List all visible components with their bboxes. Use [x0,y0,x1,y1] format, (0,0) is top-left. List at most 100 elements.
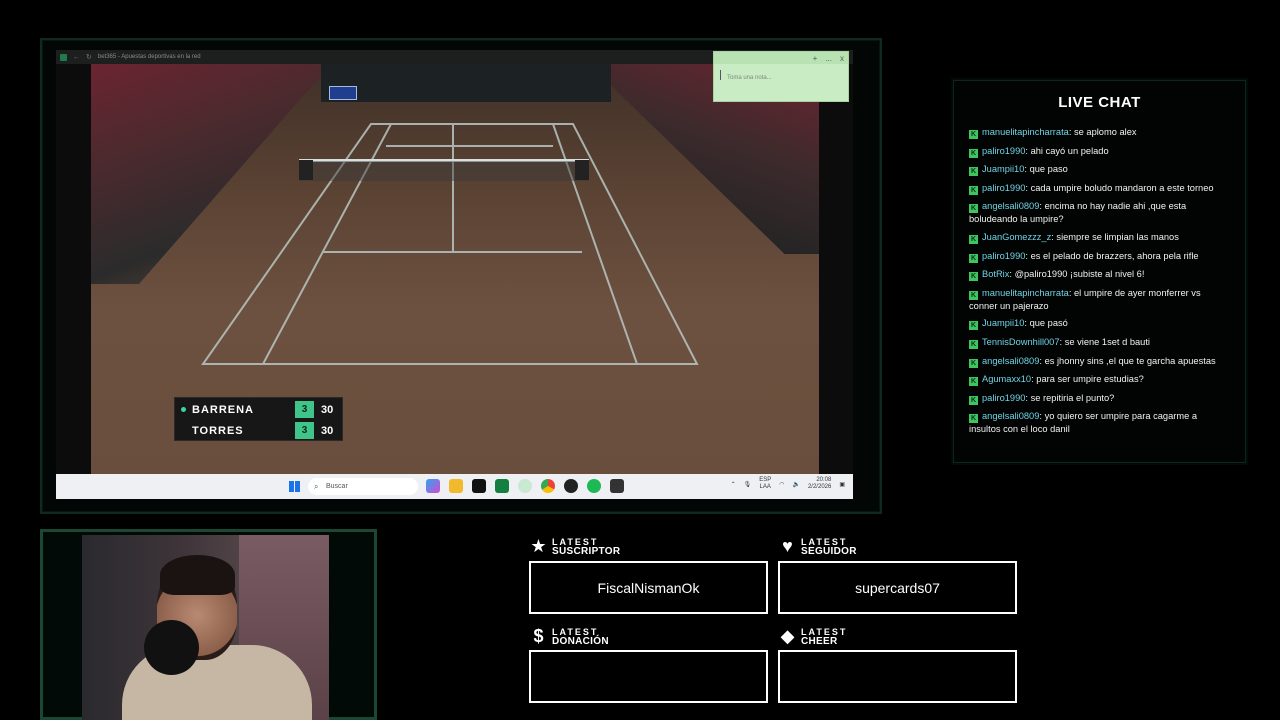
language-indicator[interactable]: ESP LAA [759,477,771,491]
taskbar-search-input[interactable]: ⌕ Buscar [308,478,418,495]
player-points: 30 [321,403,334,416]
chat-text: cada umpire boludo mandaron a este torne… [1030,182,1214,193]
chat-text: se aplomo alex [1074,127,1137,137]
volume-icon[interactable]: 🔈 [792,481,799,488]
chat-username[interactable]: Juampii10 [982,318,1024,328]
sticky-menu-icon[interactable]: ... [825,54,832,63]
chat-username[interactable]: angelsali0809 [982,201,1039,211]
chat-message: Kpaliro1990: es el pelado de brazzers, a… [969,250,1231,263]
chat-username[interactable]: paliro1990 [982,146,1025,156]
chat-message: Kpaliro1990: cada umpire boludo mandaron… [969,182,1231,195]
sticky-note-toolbar: + ... x [714,52,848,64]
chat-message: Kangelsali0809: encima no hay nadie ahi … [969,200,1231,225]
chat-username[interactable]: paliro1990 [982,393,1025,403]
right-letterbox [819,64,853,474]
kick-badge-icon: K [969,167,978,177]
chat-text: @paliro1990 ¡subiste al nivel 6! [1014,269,1145,280]
chat-text: para ser umpire estudias? [1036,374,1144,385]
folder-icon[interactable] [449,479,463,493]
scoreboard-row-player2: TORRES 3 30 [175,420,342,441]
widget-label-bottom: SUSCRIPTOR [552,546,621,557]
chat-username[interactable]: paliro1990 [982,183,1025,193]
chat-text: ahi cayó un pelado [1030,145,1109,156]
star-icon: ★ [530,536,547,556]
kick-badge-icon: K [969,234,978,244]
wifi-icon[interactable]: ◠ [779,481,784,488]
lang-top: ESP [759,477,772,483]
player-name: BARRENA [192,403,254,416]
latest-suscriptor-box: FiscalNismanOk [529,561,768,614]
chat-message: K Agumaxx10: para ser umpire estudias? [969,373,1231,387]
lang-bottom: LAA [759,484,771,490]
scoreboard-row-player1: BARRENA 3 30 [175,399,342,420]
player-sets: 3 [295,422,314,439]
reload-icon[interactable]: ↻ [86,53,92,61]
sticky-add-icon[interactable]: + [813,54,818,63]
kick-badge-icon: K [969,358,978,368]
latest-seguidor-value: supercards07 [855,579,940,596]
clock-time: 20:08 [816,477,832,483]
chat-username[interactable]: Agumaxx10 [982,374,1031,384]
chat-username[interactable]: BotRix [982,269,1009,279]
chat-username[interactable]: angelsali0809 [982,411,1039,421]
taskbar-apps [426,479,624,493]
latest-cheer-label: ◆ LATEST CHEER [778,626,847,647]
microphone-icon[interactable]: 🎙 [744,481,752,488]
windows-taskbar: ⌕ Buscar ⌃ 🎙 ESP LAA ◠ 🔈 20:08 2/2/2026 … [56,474,853,499]
chat-username[interactable]: TennisDownhill007 [982,337,1060,347]
clock[interactable]: 20:08 2/2/2026 [808,477,831,491]
kick-badge-icon: K [969,321,978,331]
widget-label-bottom: SEGUIDOR [801,546,857,557]
webcam-feed [82,535,329,720]
latest-seguidor-label: ♥ LATEST SEGUIDOR [778,537,857,557]
chat-username[interactable]: manuelitapincharrata [982,288,1069,298]
kick-badge-icon: K [969,290,978,300]
chrome-icon[interactable] [541,479,555,493]
tiktok-icon[interactable] [472,479,486,493]
chat-message: K TennisDownhill007: se viene 1set d baut… [969,336,1231,349]
latest-cheer-box [778,650,1017,703]
chat-username[interactable]: manuelitapincharrata [982,127,1069,137]
dollar-icon: $ [533,626,544,646]
chat-username[interactable]: Juampii10 [982,164,1024,174]
latest-suscriptor-label: ★ LATEST SUSCRIPTOR [529,536,621,557]
player-points: 30 [321,424,334,437]
left-letterbox [56,64,91,474]
chat-text: siempre se limpian las manos [1056,231,1179,242]
chat-text: que paso [1029,164,1068,175]
copilot-icon[interactable] [426,479,440,493]
chat-text: se viene 1set d bauti [1064,336,1150,347]
sticky-close-icon[interactable]: x [840,54,844,63]
tennis-court-video: BARRENA 3 30 TORRES 3 30 [91,64,819,474]
chat-message: Kmanuelitapincharrata: el umpire de ayer… [969,287,1231,312]
bet365-icon[interactable] [495,479,509,493]
streamer-hair [160,555,235,595]
windows-start-icon[interactable] [289,481,300,492]
latest-donacion-box [529,650,768,703]
back-arrow-icon[interactable]: ← [73,54,80,61]
chat-message: Kpaliro1990: ahi cayó un pelado [969,145,1231,158]
chat-text: es el pelado de brazzers, ahora pela rif… [1030,250,1199,261]
chat-text: que pasó [1029,318,1068,329]
obs-icon[interactable] [564,479,578,493]
whatsapp-icon[interactable] [518,479,532,493]
search-placeholder: Buscar [326,483,348,490]
sticky-note-input[interactable]: Toma una nota... [720,70,848,81]
widget-label-bottom: CHEER [801,636,838,647]
chat-message: Kangelsali0809: yo quiero ser umpire par… [969,410,1231,435]
sticky-note[interactable]: + ... x Toma una nota... [713,51,849,102]
tennis-net [299,159,589,181]
chevron-up-icon[interactable]: ⌃ [731,481,736,488]
chat-username[interactable]: angelsali0809 [982,356,1039,366]
chat-message-list: Kmanuelitapincharrata: se aplomo alex Kpa… [969,126,1231,441]
notifications-icon[interactable]: ▣ [839,481,845,488]
sticky-notes-icon[interactable] [610,479,624,493]
chat-username[interactable]: JuanGomezzz_z [982,232,1051,242]
kick-badge-icon: K [969,414,978,424]
spotify-icon[interactable] [587,479,601,493]
chat-title: LIVE CHAT [1058,94,1141,111]
chat-message: K BotRix: @paliro1990 ¡subiste al nivel 6… [969,268,1231,282]
chat-username[interactable]: paliro1990 [982,251,1025,261]
diamond-icon: ◆ [780,626,795,646]
chat-message: K Juampii10: que pasó [969,317,1231,331]
